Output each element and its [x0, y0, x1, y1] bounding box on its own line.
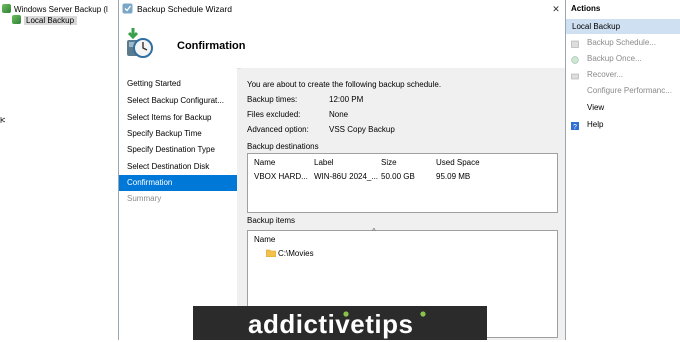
confirmation-panel: You are about to create the following ba…	[241, 68, 565, 340]
addictivetips-logo: addictivetips	[248, 309, 426, 339]
destination-used-space: 95.09 MB	[436, 172, 471, 181]
tree-item-label: Local Backup	[24, 16, 78, 25]
svg-text:addictivetips: addictivetips	[248, 309, 413, 339]
wizard-step-confirmation[interactable]: Confirmation	[119, 175, 237, 191]
mouse-cursor-icon	[0, 116, 6, 124]
tree-root-label: Windows Server Backup (l	[14, 5, 108, 14]
help-icon: ?	[571, 121, 579, 131]
destination-name: VBOX HARD...	[254, 172, 308, 181]
actions-pane: Actions Local Backup Backup Schedule... …	[566, 0, 680, 340]
backup-items-label: Backup items	[247, 216, 296, 225]
backup-icon	[2, 4, 11, 13]
collapse-icon[interactable]: ^	[372, 227, 376, 236]
wizard-header: Confirmation	[119, 18, 565, 69]
wizard-step-specify-backup-time[interactable]: Specify Backup Time	[119, 126, 237, 142]
action-label: Backup Schedule...	[587, 38, 656, 47]
files-excluded-label: Files excluded:	[247, 110, 301, 119]
backup-item-path: C:\Movies	[278, 249, 314, 258]
destinations-table[interactable]: Name Label Size Used Space VBOX HARD... …	[247, 153, 558, 213]
backup-times-label: Backup times:	[247, 95, 298, 104]
action-label: Recover...	[587, 70, 624, 79]
column-header-name[interactable]: Name	[254, 158, 275, 167]
addictivetips-watermark: addictivetips	[193, 306, 487, 340]
actions-header: Actions	[571, 4, 601, 13]
destination-size: 50.00 GB	[381, 172, 415, 181]
destination-label: WIN-86U 2024_...	[314, 172, 379, 181]
advanced-option-value: VSS Copy Backup	[329, 125, 395, 134]
wizard-step-specify-destination-type[interactable]: Specify Destination Type	[119, 142, 237, 158]
tree-item-local-backup[interactable]: Local Backup	[12, 15, 78, 27]
calendar-icon	[571, 39, 579, 48]
actions-selected-node[interactable]: Local Backup	[566, 19, 680, 34]
wizard-step-getting-started[interactable]: Getting Started	[119, 76, 237, 92]
wizard-app-icon	[122, 3, 133, 14]
action-label: View	[587, 103, 605, 112]
intro-text: You are about to create the following ba…	[247, 80, 442, 89]
backup-icon	[12, 15, 21, 24]
wizard-step-summary: Summary	[127, 194, 162, 203]
wizard-step-select-items-for-backup[interactable]: Select Items for Backup	[119, 110, 237, 126]
backup-wizard-icon	[123, 26, 157, 60]
close-button[interactable]: ✕	[549, 2, 563, 16]
backup-destinations-label: Backup destinations	[247, 142, 319, 151]
console-tree: Windows Server Backup (l Local Backup	[0, 0, 118, 340]
advanced-option-label: Advanced option:	[247, 125, 309, 134]
window-title: Backup Schedule Wizard	[137, 4, 232, 14]
backup-once-icon	[571, 55, 579, 64]
items-column-name[interactable]: Name	[254, 235, 275, 244]
wizard-step-select-destination-disk[interactable]: Select Destination Disk	[119, 159, 237, 175]
page-title: Confirmation	[177, 40, 246, 52]
backup-schedule-wizard: Backup Schedule Wizard ✕ Confirmation Ge…	[118, 0, 566, 340]
title-bar[interactable]: Backup Schedule Wizard ✕	[119, 0, 565, 18]
column-header-size[interactable]: Size	[381, 158, 397, 167]
svg-text:?: ?	[573, 124, 577, 130]
files-excluded-value: None	[329, 110, 349, 119]
action-label: Help	[587, 120, 604, 129]
column-header-label[interactable]: Label	[314, 158, 334, 167]
action-label: Backup Once...	[587, 54, 642, 63]
backup-times-value: 12:00 PM	[329, 95, 364, 104]
list-item[interactable]: C:\Movies	[265, 248, 386, 260]
table-row[interactable]: VBOX HARD... WIN-86U 2024_... 50.00 GB 9…	[248, 170, 557, 184]
wizard-step-select-backup-configurat[interactable]: Select Backup Configurat...	[119, 93, 237, 109]
recover-icon	[571, 71, 579, 80]
folder-icon	[265, 249, 277, 258]
action-label: Configure Performanc...	[587, 86, 672, 95]
column-header-used-space[interactable]: Used Space	[436, 158, 480, 167]
wizard-steps: Getting Started Select Backup Configurat.…	[119, 68, 237, 340]
